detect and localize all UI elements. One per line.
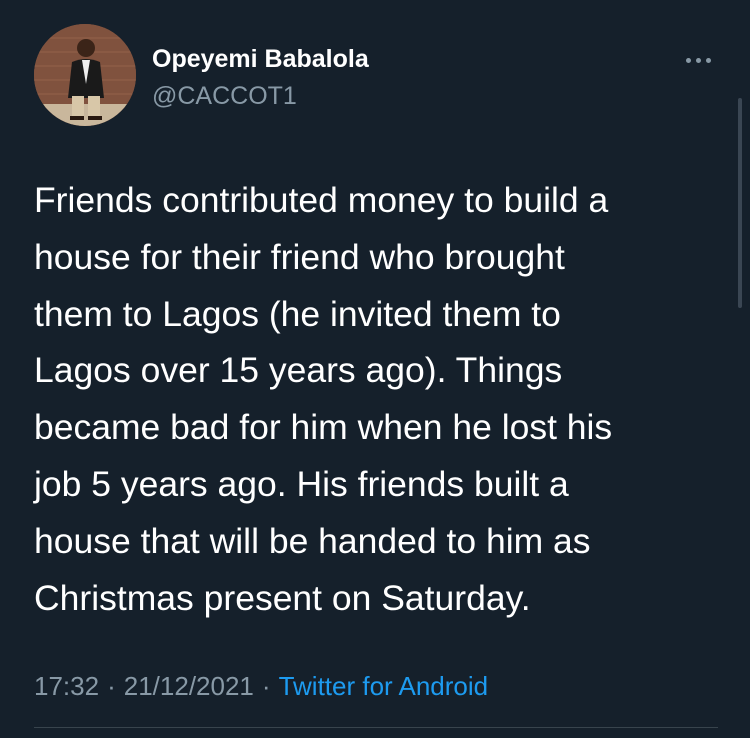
more-dot bbox=[685, 57, 691, 63]
more-horizontal-icon[interactable] bbox=[676, 42, 720, 78]
meta-separator: · bbox=[261, 671, 271, 701]
tweet-date[interactable]: 21/12/2021 bbox=[124, 671, 254, 701]
display-name[interactable]: Opeyemi Babalola bbox=[152, 44, 369, 74]
more-dot bbox=[705, 57, 711, 63]
meta-separator: · bbox=[107, 671, 116, 701]
avatar[interactable] bbox=[34, 24, 136, 126]
scrollbar[interactable] bbox=[738, 98, 742, 308]
user-handle[interactable]: @CACCOT1 bbox=[152, 81, 297, 111]
tweet-metadata: 17:32 · 21/12/2021 · Twitter for Android bbox=[34, 668, 488, 704]
tweet-detail: Opeyemi Babalola @CACCOT1 Friends contri… bbox=[0, 0, 750, 738]
tweet-text: Friends contributed money to build a hou… bbox=[34, 180, 613, 618]
tweet-source-link[interactable]: Twitter for Android bbox=[279, 671, 489, 701]
tweet-time[interactable]: 17:32 bbox=[34, 671, 99, 701]
divider bbox=[34, 727, 718, 728]
more-dot bbox=[695, 57, 701, 63]
